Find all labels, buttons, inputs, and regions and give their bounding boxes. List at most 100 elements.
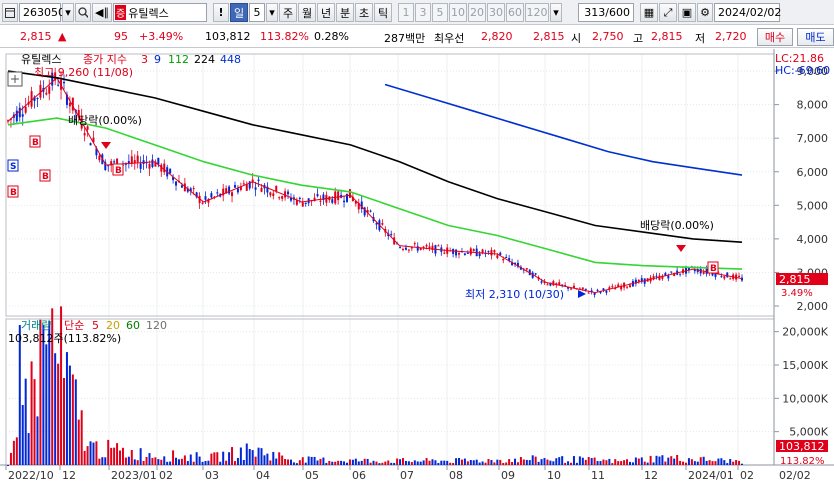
stock-chart[interactable]: 9,0008,0007,0006,0005,0004,0003,0002,000… (0, 49, 834, 485)
candle-body (136, 155, 139, 163)
volume-bar (175, 457, 178, 465)
price-ma-224: 224 (194, 53, 215, 66)
volume-bar (487, 459, 490, 465)
x-tick-label: 12 (644, 469, 658, 482)
volume-bar (110, 447, 113, 465)
volume-bar (590, 458, 593, 465)
candle-body (192, 188, 195, 190)
interval-20-button[interactable]: 20 (468, 3, 486, 22)
period-count-input[interactable]: 5 (249, 3, 265, 22)
panel-scale-icon[interactable] (7, 71, 23, 87)
volume-bar (254, 456, 257, 465)
priority-label: 최우선 (434, 32, 465, 45)
candle-body (348, 189, 351, 198)
stock-name-field[interactable]: 증 유틸렉스 (113, 3, 207, 22)
interval-dropdown-icon[interactable]: ▾ (550, 3, 562, 22)
volume-bar (446, 460, 449, 465)
candle-body (148, 163, 151, 169)
volume-bar (95, 441, 98, 465)
volume-bar (567, 461, 570, 465)
chart-area[interactable]: 9,000 8,000 7,000 6,000 5,000 4,000 3,000 2,000… (0, 49, 834, 485)
volume-bar (45, 344, 48, 465)
volume-bar (375, 461, 378, 465)
search-icon[interactable] (75, 3, 91, 22)
volume-bar (572, 456, 575, 465)
volume-bar (682, 461, 685, 465)
interval-60-button[interactable]: 60 (506, 3, 524, 22)
x-axis-right-label: 02/02 (779, 469, 811, 482)
crosshair-icon[interactable]: ⤢ (659, 3, 677, 22)
candle-body (298, 197, 301, 199)
candle-body (552, 281, 555, 286)
sound-icon[interactable]: ◀∥ (92, 3, 112, 22)
volume-bar (626, 459, 629, 465)
volume-bar (9, 452, 12, 465)
volume-tick-label: 15,000K (782, 359, 828, 372)
candle-body (472, 249, 475, 252)
period-day-button[interactable]: 일 (230, 3, 248, 22)
period-month-button[interactable]: 월 (298, 3, 316, 22)
candle-body (45, 92, 48, 95)
period-dropdown-icon[interactable]: ▾ (266, 3, 278, 22)
stock-code-input[interactable]: 263050 (19, 3, 65, 22)
period-second-button[interactable]: 초 (355, 3, 373, 22)
volume-bar (428, 460, 431, 465)
x-tick-label: 2024/01 (688, 469, 734, 482)
period-tick-button[interactable]: 틱 (374, 3, 392, 22)
period-year-button[interactable]: 년 (317, 3, 335, 22)
indicator-icon[interactable]: ▦ (640, 3, 658, 22)
volume-ma-5: 5 (92, 319, 99, 332)
volume-bar (508, 459, 511, 465)
volume-bar (605, 460, 608, 465)
layout-icon[interactable] (2, 3, 18, 22)
sell-button[interactable]: 매도 (797, 28, 834, 46)
volume-bar (631, 462, 634, 465)
volume-bar (275, 458, 278, 465)
candle-body (57, 84, 60, 86)
alert-button[interactable]: ! (213, 3, 229, 22)
buy-button[interactable]: 매수 (757, 28, 793, 46)
volume-bar (284, 459, 287, 465)
interval-3-button[interactable]: 3 (415, 3, 431, 22)
settings-gear-icon[interactable]: ⚙ (697, 3, 713, 22)
volume-bar (732, 461, 735, 465)
volume-bar (119, 450, 122, 465)
candle-body (151, 159, 154, 167)
period-minute-button[interactable]: 분 (336, 3, 354, 22)
period-week-button[interactable]: 주 (279, 3, 297, 22)
price-panel-title: 유틸렉스 (21, 53, 61, 66)
last-price-label: 2,815 (779, 273, 811, 286)
interval-5-button[interactable]: 5 (432, 3, 448, 22)
volume-bar (83, 450, 86, 465)
x-tick-label: 09 (501, 469, 515, 482)
volume-bar (195, 452, 198, 465)
volume-bar (437, 462, 440, 465)
code-dropdown-icon[interactable]: ▾ (62, 3, 74, 22)
volume-bar (443, 460, 446, 465)
candle-body (233, 185, 236, 188)
interval-30-button[interactable]: 30 (487, 3, 505, 22)
candle-body (702, 271, 705, 274)
candle-body (487, 250, 490, 252)
date-field[interactable]: 2024/02/02 (714, 3, 781, 22)
volume-bar (289, 459, 292, 465)
save-icon[interactable]: ▣ (678, 3, 696, 22)
volume-bar (260, 448, 263, 465)
volume-bar (57, 363, 60, 465)
candle-body (89, 143, 92, 146)
candle-body (490, 249, 493, 256)
price-tick-label: 5,000 (797, 199, 829, 212)
volume-bar (661, 455, 664, 465)
volume-bar (98, 458, 101, 465)
volume-bar (18, 325, 21, 465)
volume-bar (33, 379, 36, 465)
volume-bar (263, 455, 266, 465)
interval-1-button[interactable]: 1 (398, 3, 414, 22)
volume-bar (449, 462, 452, 465)
interval-120-button[interactable]: 120 (525, 3, 549, 22)
price-tick-label: 8,000 (797, 99, 829, 112)
volume-bar (634, 457, 637, 465)
volume-bar (322, 457, 325, 465)
interval-10-button[interactable]: 10 (449, 3, 467, 22)
volume-bar (729, 459, 732, 465)
